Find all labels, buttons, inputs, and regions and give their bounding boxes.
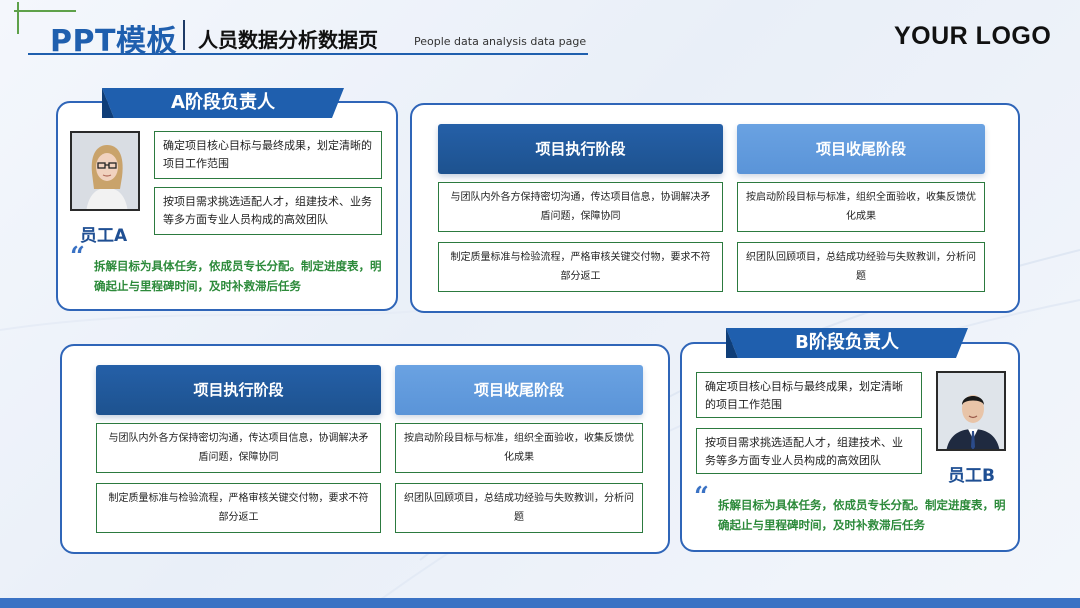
phase-top-close-item-1: 按启动阶段目标与标准，组织全面验收，收集反馈优化成果 [737,182,985,232]
employee-b-photo [936,371,1006,451]
phase-top-exec-item-1: 与团队内外各方保持密切沟通，传达项目信息，协调解决矛盾问题，保障协同 [438,182,723,232]
phase-top-exec-item-2: 制定质量标准与检验流程，严格审核关键交付物，要求不符部分返工 [438,242,723,292]
corner-accent-horizontal [14,10,76,12]
phase-top-close-item-2: 织团队回顾项目，总结成功经验与失败教训，分析问题 [737,242,985,292]
section-a-title: A阶段负责人 [171,92,275,113]
section-b-title: B阶段负责人 [795,332,899,353]
section-a-task-2: 按项目需求挑选适配人才，组建技术、业务等多方面专业人员构成的高效团队 [154,187,382,235]
section-b-ribbon: B阶段负责人 [726,328,968,360]
phase-bottom-close-item-1: 按启动阶段目标与标准，组织全面验收，收集反馈优化成果 [395,423,643,473]
section-b-quote: 拆解目标为具体任务，依成员专长分配。制定进度表，明确起止与里程碑时间，及时补救滞… [718,498,1006,532]
section-a-ribbon: A阶段负责人 [102,88,344,120]
phase-top-exec-header: 项目执行阶段 [438,124,723,174]
quote-mark-icon: “ [694,482,709,512]
employee-a-name: 员工A [80,226,128,246]
section-a-quote: 拆解目标为具体任务，依成员专长分配。制定进度表，明确起止与里程碑时间，及时补救滞… [94,259,382,293]
phase-bottom-exec-item-1: 与团队内外各方保持密切沟通，传达项目信息，协调解决矛盾问题，保障协同 [96,423,381,473]
woman-portrait-icon [72,133,138,209]
header-divider [183,20,185,50]
corner-accent-vertical [17,2,19,34]
logo: YOUR LOGO [894,22,1052,50]
phase-bottom-close-header: 项目收尾阶段 [395,365,643,415]
page-subtitle: 人员数据分析数据页 [198,28,378,52]
header-underline [28,53,588,55]
phase-bottom-exec-item-2: 制定质量标准与检验流程，严格审核关键交付物，要求不符部分返工 [96,483,381,533]
employee-a-photo [70,131,140,211]
section-b-task-1: 确定项目核心目标与最终成果，划定清晰的项目工作范围 [696,372,922,418]
section-a-task-1: 确定项目核心目标与最终成果，划定清晰的项目工作范围 [154,131,382,179]
page-subtitle-english: People data analysis data page [414,35,587,48]
bottom-bar [0,598,1080,608]
phase-top-close-header: 项目收尾阶段 [737,124,985,174]
phase-bottom-close-item-2: 织团队回顾项目，总结成功经验与失败教训，分析问题 [395,483,643,533]
employee-b-name: 员工B [948,466,995,486]
section-b-task-2: 按项目需求挑选适配人才，组建技术、业务等多方面专业人员构成的高效团队 [696,428,922,474]
man-portrait-icon [938,373,1004,449]
phase-bottom-exec-header: 项目执行阶段 [96,365,381,415]
quote-mark-icon: “ [70,242,85,272]
